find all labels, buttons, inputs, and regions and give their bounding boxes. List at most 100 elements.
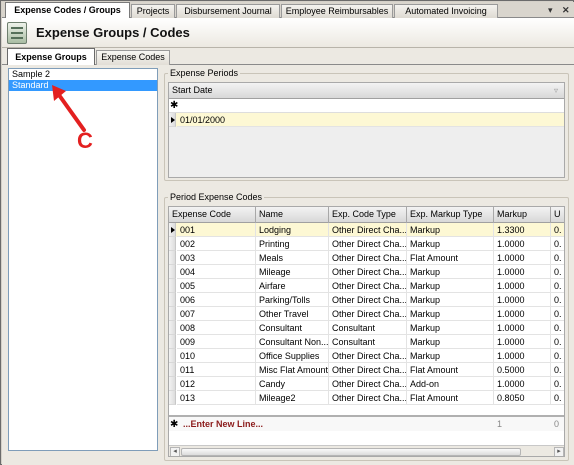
cell-name[interactable]: Other Travel: [256, 307, 329, 321]
cell-exp-code-type[interactable]: Other Direct Cha...: [329, 363, 407, 377]
table-row[interactable]: 005 Airfare Other Direct Cha... Markup 1.000…: [169, 279, 564, 293]
cell-expense-code[interactable]: 010: [177, 349, 256, 363]
tab-expense-codes[interactable]: Expense Codes: [96, 50, 170, 65]
cell-name[interactable]: Office Supplies: [256, 349, 329, 363]
table-row[interactable]: 013 Mileage2 Other Direct Cha... Flat Amoun…: [169, 391, 564, 405]
cell-exp-code-type[interactable]: Other Direct Cha...: [329, 237, 407, 251]
row-selector[interactable]: [169, 237, 176, 251]
cell-expense-code[interactable]: 008: [177, 321, 256, 335]
cell-exp-code-type[interactable]: Other Direct Cha...: [329, 349, 407, 363]
row-selector[interactable]: [169, 391, 176, 405]
cell-u[interactable]: 0.: [551, 335, 564, 349]
cell-exp-code-type[interactable]: Other Direct Cha...: [329, 377, 407, 391]
column-markup[interactable]: Markup: [494, 207, 551, 223]
cell-u[interactable]: 0.: [551, 307, 564, 321]
cell-expense-code[interactable]: 012: [177, 377, 256, 391]
column-exp-markup-type[interactable]: Exp. Markup Type: [407, 207, 494, 223]
list-item[interactable]: Sample 2: [9, 69, 157, 80]
scroll-right-icon[interactable]: ▸: [554, 447, 564, 456]
cell-exp-code-type[interactable]: Other Direct Cha...: [329, 251, 407, 265]
cell-exp-code-type[interactable]: Other Direct Cha...: [329, 293, 407, 307]
cell-exp-markup-type[interactable]: Markup: [407, 307, 494, 321]
cell-u[interactable]: 0.: [551, 349, 564, 363]
cell-expense-code[interactable]: 005: [177, 279, 256, 293]
cell-u[interactable]: 0.: [551, 363, 564, 377]
cell-expense-code[interactable]: 006: [177, 293, 256, 307]
filter-icon[interactable]: ▿: [551, 83, 564, 99]
cell-name[interactable]: Meals: [256, 251, 329, 265]
table-row[interactable]: 003 Meals Other Direct Cha... Flat Amount 1.…: [169, 251, 564, 265]
row-selector[interactable]: [169, 377, 176, 391]
cell-expense-code[interactable]: 007: [177, 307, 256, 321]
table-row[interactable]: 001 Lodging Other Direct Cha... Markup 1.330…: [169, 223, 564, 237]
row-selector[interactable]: [169, 251, 176, 265]
table-row[interactable]: 009 Consultant Non... Consultant Markup 1.00…: [169, 335, 564, 349]
cell-exp-markup-type[interactable]: Markup: [407, 335, 494, 349]
table-row[interactable]: 004 Mileage Other Direct Cha... Markup 1.000…: [169, 265, 564, 279]
close-icon[interactable]: ✕: [562, 4, 570, 16]
cell-markup[interactable]: 1.0000: [494, 251, 551, 265]
cell-exp-markup-type[interactable]: Markup: [407, 265, 494, 279]
cell-expense-code[interactable]: 009: [177, 335, 256, 349]
cell-exp-markup-type[interactable]: Markup: [407, 349, 494, 363]
cell-exp-markup-type[interactable]: Markup: [407, 223, 494, 237]
cell-exp-markup-type[interactable]: Flat Amount: [407, 363, 494, 377]
tab-disbursement-journal[interactable]: Disbursement Journal: [176, 4, 280, 18]
cell-exp-code-type[interactable]: Other Direct Cha...: [329, 279, 407, 293]
cell-expense-code[interactable]: 001: [177, 223, 256, 237]
cell-markup[interactable]: 0.5000: [494, 363, 551, 377]
table-row[interactable]: 01/01/2000: [169, 113, 564, 127]
row-selector[interactable]: [169, 265, 176, 279]
cell-markup[interactable]: 1.0000: [494, 321, 551, 335]
table-row[interactable]: 008 Consultant Consultant Markup 1.0000 0.: [169, 321, 564, 335]
row-selector[interactable]: [169, 335, 176, 349]
cell-name[interactable]: Printing: [256, 237, 329, 251]
cell-exp-code-type[interactable]: Consultant: [329, 321, 407, 335]
cell-u[interactable]: 0.: [551, 321, 564, 335]
table-row[interactable]: 012 Candy Other Direct Cha... Add-on 1.0000 0…: [169, 377, 564, 391]
table-row[interactable]: 006 Parking/Tolls Other Direct Cha... Marku…: [169, 293, 564, 307]
tab-employee-reimbursables[interactable]: Employee Reimbursables: [281, 4, 393, 18]
cell-u[interactable]: 0.: [551, 293, 564, 307]
cell-exp-markup-type[interactable]: Markup: [407, 321, 494, 335]
cell-markup[interactable]: 1.0000: [494, 265, 551, 279]
row-selector[interactable]: [169, 279, 176, 293]
cell-name[interactable]: Mileage: [256, 265, 329, 279]
row-selector[interactable]: [169, 349, 176, 363]
row-selector[interactable]: [169, 363, 176, 377]
row-selector[interactable]: [169, 307, 176, 321]
tab-expense-groups[interactable]: Expense Groups: [7, 48, 95, 66]
cell-name[interactable]: Lodging: [256, 223, 329, 237]
row-selector[interactable]: [169, 223, 176, 237]
cell-markup[interactable]: 1.0000: [494, 307, 551, 321]
cell-expense-code[interactable]: 013: [177, 391, 256, 405]
cell-expense-code[interactable]: 011: [177, 363, 256, 377]
column-name[interactable]: Name: [256, 207, 329, 223]
tab-projects[interactable]: Projects: [131, 4, 175, 18]
cell-exp-code-type[interactable]: Other Direct Cha...: [329, 265, 407, 279]
cell-markup[interactable]: 1.0000: [494, 349, 551, 363]
cell-exp-markup-type[interactable]: Markup: [407, 237, 494, 251]
cell-expense-code[interactable]: 004: [177, 265, 256, 279]
cell-name[interactable]: Candy: [256, 377, 329, 391]
cell-u[interactable]: 0.: [551, 377, 564, 391]
cell-exp-code-type[interactable]: Other Direct Cha...: [329, 391, 407, 405]
period-expense-codes-grid[interactable]: Expense Code Name Exp. Code Type Exp. Ma…: [168, 206, 565, 457]
cell-markup[interactable]: 1.3300: [494, 223, 551, 237]
expense-periods-grid[interactable]: Start Date ▿ ✱ 01/01/2000: [168, 82, 565, 178]
cell-u[interactable]: 0.: [551, 391, 564, 405]
row-selector[interactable]: [169, 293, 176, 307]
cell-name[interactable]: Mileage2: [256, 391, 329, 405]
cell-markup[interactable]: 1.0000: [494, 377, 551, 391]
tab-automated-invoicing[interactable]: Automated Invoicing: [394, 4, 498, 18]
table-row[interactable]: 002 Printing Other Direct Cha... Markup 1.00…: [169, 237, 564, 251]
cell-exp-markup-type[interactable]: Flat Amount: [407, 391, 494, 405]
column-exp-code-type[interactable]: Exp. Code Type: [329, 207, 407, 223]
column-expense-code[interactable]: Expense Code: [169, 207, 256, 223]
new-row[interactable]: ✱: [169, 99, 564, 113]
table-row[interactable]: 011 Misc Flat Amount Other Direct Cha... Fl…: [169, 363, 564, 377]
table-row[interactable]: 010 Office Supplies Other Direct Cha... Mar…: [169, 349, 564, 363]
tab-list-dropdown-icon[interactable]: ▾: [548, 4, 553, 16]
cell-start-date[interactable]: 01/01/2000: [177, 113, 564, 127]
cell-u[interactable]: 0.: [551, 251, 564, 265]
